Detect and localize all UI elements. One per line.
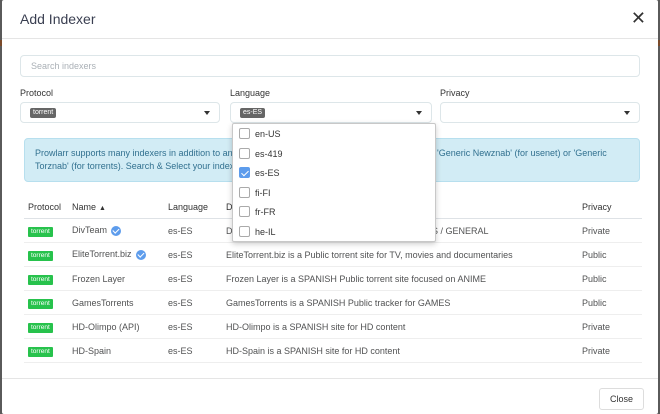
protocol-badge: torrent	[28, 346, 53, 357]
modal-title: Add Indexer	[20, 11, 96, 27]
language-option-label: es-419	[255, 148, 283, 159]
checkbox-icon[interactable]	[239, 206, 250, 217]
indexer-description: HD-Spain is a SPANISH site for HD conten…	[222, 338, 578, 363]
close-icon[interactable]: ✕	[631, 8, 646, 28]
language-option-label: fi-FI	[255, 187, 271, 198]
protocol-badge: torrent	[28, 226, 53, 237]
column-privacy[interactable]: Privacy	[578, 196, 642, 219]
checkbox-checked-icon[interactable]	[239, 167, 250, 178]
modal-footer: Close	[2, 378, 658, 414]
indexer-privacy: Public	[578, 242, 642, 267]
sort-ascending-icon: ▲	[99, 205, 106, 212]
language-dropdown-menu: en-US es-419 es-ES fi-FI fr-FR he-IL	[232, 123, 436, 242]
language-option-fr-fr[interactable]: fr-FR	[233, 202, 435, 222]
table-row[interactable]: torrent GamesTorrents es-ES GamesTorrent…	[24, 290, 642, 315]
language-option-label: en-US	[255, 129, 281, 139]
language-option-label: fr-FR	[255, 207, 276, 217]
table-row[interactable]: torrent EliteTorrent.biz es-ES EliteTorr…	[24, 242, 642, 267]
indexer-name: HD-Olimpo (API)	[68, 314, 164, 339]
protocol-badge: torrent	[28, 274, 53, 285]
indexer-name: EliteTorrent.biz	[72, 249, 132, 260]
language-label: Language	[230, 88, 271, 98]
indexer-language: es-ES	[164, 266, 222, 291]
language-select[interactable]: es-ES	[230, 102, 432, 123]
checkbox-icon[interactable]	[239, 147, 250, 159]
protocol-label: Protocol	[20, 88, 54, 98]
chevron-down-icon	[204, 111, 210, 115]
table-row[interactable]: torrent HD-Spain es-ES HD-Spain is a SPA…	[24, 338, 642, 363]
indexer-language: es-ES	[164, 218, 222, 243]
indexer-description: EliteTorrent.biz is a Public torrent sit…	[222, 242, 578, 267]
indexer-language: es-ES	[164, 338, 222, 363]
indexer-description: Frozen Layer is a SPANISH Public torrent…	[222, 266, 578, 291]
alert-text-line1: Prowlarr supports many indexers in addit…	[35, 148, 242, 158]
language-option-fi-fi[interactable]: fi-FI	[233, 183, 435, 203]
privacy-label: Privacy	[440, 88, 470, 98]
language-option-label: he-IL	[255, 226, 276, 237]
language-option-he-il[interactable]: he-IL	[233, 222, 435, 242]
language-option-es-es[interactable]: es-ES	[233, 163, 435, 183]
indexer-name: HD-Spain	[68, 338, 164, 363]
verified-icon	[135, 249, 146, 260]
checkbox-icon[interactable]	[239, 186, 250, 198]
language-option-es-419[interactable]: es-419	[233, 144, 435, 164]
indexer-privacy: Private	[578, 314, 642, 339]
protocol-tag: torrent	[30, 108, 57, 118]
indexer-privacy: Public	[578, 290, 642, 315]
column-name[interactable]: Name ▲	[68, 196, 164, 219]
protocol-badge: torrent	[28, 298, 53, 309]
indexer-language: es-ES	[164, 290, 222, 315]
indexer-name: Frozen Layer	[68, 266, 164, 291]
indexer-privacy: Public	[578, 266, 642, 291]
language-option-en-us[interactable]: en-US	[233, 124, 435, 144]
indexer-language: es-ES	[164, 242, 222, 267]
indexer-description: GamesTorrents is a SPANISH Public tracke…	[222, 290, 578, 315]
table-row[interactable]: torrent HD-Olimpo (API) es-ES HD-Olimpo …	[24, 314, 642, 339]
search-input[interactable]	[20, 55, 640, 77]
table-row[interactable]: torrent Frozen Layer es-ES Frozen Layer …	[24, 266, 642, 291]
chevron-down-icon	[624, 111, 630, 115]
language-option-label: es-ES	[255, 168, 280, 178]
indexer-name: DivTeam	[72, 225, 108, 236]
indexer-description: HD-Olimpo is a SPANISH site for HD conte…	[222, 314, 578, 339]
add-indexer-modal: Add Indexer ✕ Protocol torrent Language …	[2, 0, 658, 414]
protocol-badge: torrent	[28, 250, 53, 261]
language-tag: es-ES	[240, 108, 266, 118]
indexer-privacy: Private	[578, 218, 642, 243]
checkbox-icon[interactable]	[239, 128, 250, 139]
column-name-label: Name	[72, 202, 97, 212]
alert-text-line2: Torznab' (for torrents). Search & Select…	[35, 161, 243, 171]
column-language[interactable]: Language	[164, 196, 222, 219]
alert-text-right: 'Generic Newznab' (for usenet) or 'Gener…	[437, 148, 607, 158]
chevron-down-icon	[416, 111, 422, 115]
indexer-name: GamesTorrents	[68, 290, 164, 315]
close-button[interactable]: Close	[598, 388, 644, 410]
modal-header: Add Indexer ✕	[2, 0, 658, 39]
indexer-privacy: Private	[578, 338, 642, 363]
indexer-language: es-ES	[164, 314, 222, 339]
protocol-select[interactable]: torrent	[20, 102, 220, 123]
privacy-select[interactable]	[440, 102, 640, 123]
verified-icon	[111, 225, 122, 236]
protocol-badge: torrent	[28, 322, 53, 333]
column-protocol[interactable]: Protocol	[24, 196, 68, 219]
checkbox-icon[interactable]	[239, 225, 250, 237]
